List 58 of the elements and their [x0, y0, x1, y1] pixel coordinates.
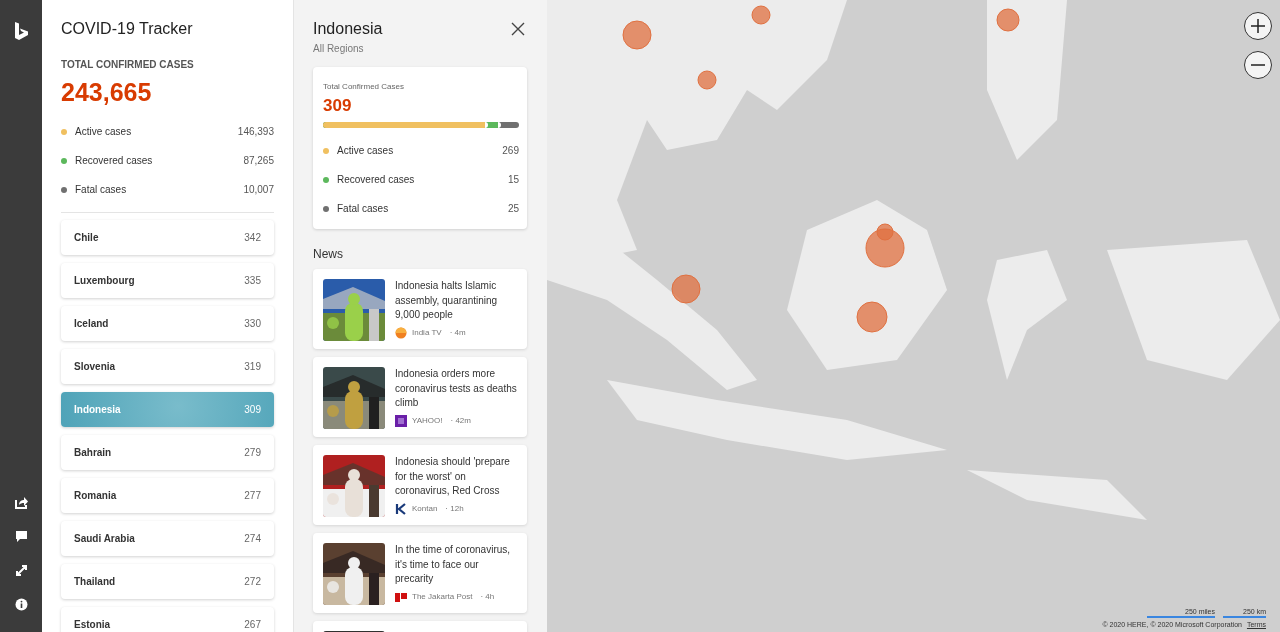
- source-logo-icon: [395, 590, 407, 603]
- source-name: India TV: [412, 328, 442, 337]
- source-name: Kontan: [412, 504, 438, 513]
- headline: In the time of coronavirus, it's time to face our precarity: [395, 543, 512, 586]
- source-logo-icon: [395, 326, 407, 339]
- news-card[interactable]: Indonesia halts Islamic assembly, quarantining 9,000 people India TV · 4m: [313, 269, 527, 349]
- total-count: 309: [323, 96, 352, 116]
- region-subtitle: All Regions: [313, 43, 364, 54]
- time-ago: · 42m: [450, 416, 471, 425]
- time-ago: · 4h: [480, 592, 495, 601]
- country-item[interactable]: Iceland 330: [61, 306, 274, 341]
- news-card[interactable]: Indonesia should 'prepare for the worst' on coronavirus, Red Cross Kontan · 12h: [313, 445, 527, 525]
- country-item[interactable]: Luxembourg 335: [61, 263, 274, 298]
- news-card[interactable]: Indonesia orders more coronavirus tests as deaths climb YAHOO! · 42m: [313, 357, 527, 437]
- source-logo-icon: [395, 502, 407, 515]
- country-item[interactable]: Bahrain 279: [61, 435, 274, 470]
- summary-label: TOTAL CONFIRMED CASES: [61, 59, 194, 70]
- country-item[interactable]: Saudi Arabia 274: [61, 521, 274, 556]
- headline: Indonesia halts Islamic assembly, quarantining 9,000 people: [395, 279, 499, 322]
- headline: Indonesia orders more coronavirus tests as deaths climb: [395, 367, 517, 410]
- stat-value: 25: [507, 203, 519, 214]
- close-icon: [511, 22, 525, 36]
- country-item[interactable]: Thailand 272: [61, 564, 274, 599]
- time-ago: · 4m: [449, 328, 466, 337]
- stat-value: 146,393: [237, 126, 274, 137]
- source-logo-icon: [395, 414, 407, 427]
- news-card[interactable]: In the time of coronavirus, it's time to face our precarity The Jakarta Post · 4h: [313, 533, 527, 613]
- country-item[interactable]: Estonia 267: [61, 607, 274, 632]
- info-icon[interactable]: [14, 598, 28, 611]
- feedback-icon[interactable]: [14, 530, 28, 543]
- stat-value: 10,007: [243, 184, 274, 195]
- country-item[interactable]: Chile 342: [61, 220, 274, 255]
- card-label: Total Confirmed Cases: [323, 82, 404, 91]
- logo-icon: [14, 22, 28, 40]
- time-ago: · 12h: [445, 504, 464, 513]
- country-item[interactable]: Slovenia 319: [61, 349, 274, 384]
- stat-value: 15: [507, 174, 519, 185]
- stat-value: 269: [502, 145, 519, 156]
- close-button[interactable]: [509, 20, 527, 38]
- expand-icon[interactable]: [14, 564, 28, 577]
- total-count: 243,665: [61, 78, 152, 107]
- stat-label: Active cases: [337, 145, 394, 156]
- stat-label: Recovered cases: [337, 174, 415, 185]
- stat-label: Recovered cases: [75, 155, 153, 166]
- share-icon[interactable]: [14, 496, 28, 509]
- country-item[interactable]: Romania 277: [61, 478, 274, 513]
- app-title: COVID-19 Tracker: [61, 20, 193, 38]
- minus-icon: [1251, 64, 1265, 66]
- stat-label: Active cases: [75, 126, 132, 137]
- source-name: YAHOO!: [412, 416, 443, 425]
- source-name: The Jakarta Post: [412, 592, 473, 601]
- plus-icon: [1250, 18, 1266, 34]
- country-title: Indonesia: [313, 20, 383, 38]
- stat-label: Fatal cases: [337, 203, 389, 214]
- stat-value: 87,265: [243, 155, 274, 166]
- headline: Indonesia should 'prepare for the worst' on coronavirus, Red Cross: [395, 455, 511, 498]
- stat-label: Fatal cases: [75, 184, 127, 195]
- news-heading: News: [313, 247, 343, 261]
